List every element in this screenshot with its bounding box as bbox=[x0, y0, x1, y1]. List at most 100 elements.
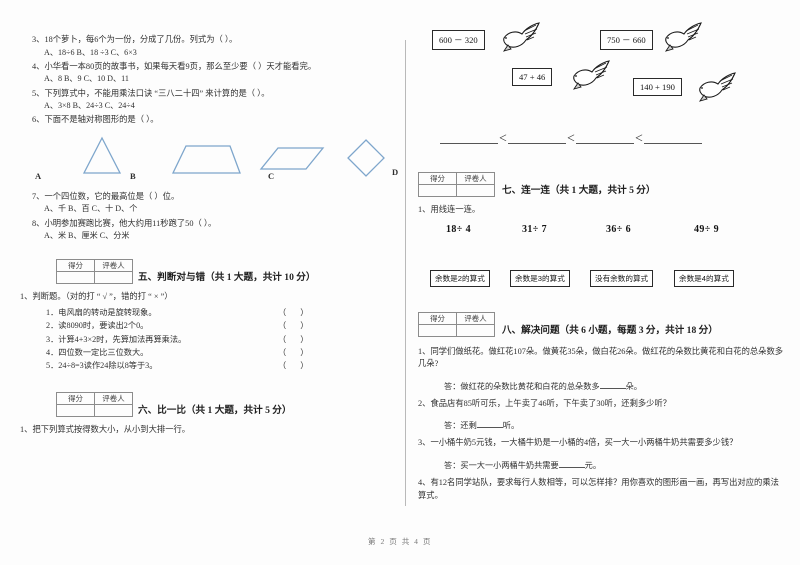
comparison-blank[interactable] bbox=[440, 134, 498, 144]
grader-input-cell[interactable] bbox=[456, 184, 495, 197]
question-3: 3、18个萝卜，每6个为一份，分成了几份。列式为（ ）。 bbox=[32, 35, 238, 44]
division-expression-3[interactable]: 36÷ 6 bbox=[606, 224, 631, 235]
grader-label: 评卷人 bbox=[456, 172, 495, 185]
page-footer: 第 2 页 共 4 页 bbox=[368, 537, 432, 546]
division-expression-4[interactable]: 49÷ 9 bbox=[694, 224, 719, 235]
less-than-symbol: ＜ bbox=[566, 133, 576, 143]
comparison-blank[interactable] bbox=[576, 134, 634, 144]
tf-item-text: 5．24÷8=3读作24除以8等于3。 bbox=[46, 361, 158, 371]
grader-input-cell[interactable] bbox=[456, 323, 495, 337]
tf-item-text: 3．计算4+3×2时，先算加法再算乘法。 bbox=[46, 334, 187, 344]
tf-answer-blank[interactable]: （ ） bbox=[278, 333, 314, 346]
division-expressions-row: 18÷ 4 31÷ 7 36÷ 6 49÷ 9 bbox=[418, 224, 786, 248]
tf-answer-blank[interactable]: （ ） bbox=[278, 359, 314, 372]
answer-blank[interactable] bbox=[476, 419, 503, 429]
remainder-tag-4[interactable]: 余数是4的算式 bbox=[674, 269, 734, 287]
tf-item: 5．24÷8=3读作24除以8等于3。 （ ） bbox=[46, 359, 396, 372]
answer-suffix: 听。 bbox=[502, 421, 520, 431]
problem-3: 3、一小桶牛奶5元钱，一大桶牛奶是一小桶的4倍，买一大一小两桶牛奶共需要多少钱？ bbox=[418, 438, 738, 448]
tf-item: 2．读8090时，要读出2个0。 （ ） bbox=[46, 319, 396, 332]
triangle-shape bbox=[82, 136, 122, 174]
tf-item-text: 2．读8090时，要读出2个0。 bbox=[46, 321, 149, 331]
tf-answer-blank[interactable]: （ ） bbox=[278, 306, 314, 319]
problem-1: 1、同学们做纸花。做红花107朵。做黄花35朵，做白花26朵。做红花的朵数比黄花… bbox=[418, 346, 784, 369]
section-six-prompt: 1、把下列算式按得数大小，从小到大排一行。 bbox=[20, 425, 191, 435]
flying-bird-icon bbox=[572, 60, 610, 90]
shape-label-d: D bbox=[392, 166, 399, 177]
question-8: 8、小明参加赛跑比赛，他大约用11秒跑了50（ ）。 bbox=[32, 218, 217, 228]
answer-prefix: 答：做红花的朵数比黄花和白花的总朵数多 bbox=[444, 381, 600, 391]
expression-box-1: 600 － 320 bbox=[432, 30, 485, 50]
flying-bird-icon bbox=[664, 22, 702, 52]
grader-input-cell[interactable] bbox=[94, 271, 133, 285]
section-seven-header: 得分 评卷人 七、连一连（共 1 大题，共计 5 分） bbox=[418, 172, 786, 198]
score-input-cell[interactable] bbox=[418, 323, 457, 337]
answer-blank[interactable] bbox=[558, 459, 585, 469]
section-seven-title: 七、连一连（共 1 大题，共计 5 分） bbox=[502, 185, 656, 196]
shapes-row: A B C D bbox=[18, 131, 399, 187]
tf-answer-blank[interactable]: （ ） bbox=[278, 346, 314, 359]
tf-item-text: 1．电风扇的转动是旋转现象。 bbox=[46, 307, 157, 317]
tf-item-text: 4．四位数一定比三位数大。 bbox=[46, 347, 149, 357]
section-eight-header: 得分 评卷人 八、解决问题（共 6 小题，每题 3 分，共计 18 分） bbox=[418, 311, 786, 338]
question-6: 6、下面不是轴对称图形的是（ ）。 bbox=[32, 115, 159, 125]
right-column: 600 － 320 47 + 46 750 － 660 140 + 190 ＜ … bbox=[418, 0, 786, 565]
problem-4: 4、有12名同学站队，要求每行人数相等，可以怎样排？用你喜欢的图形画一画，再写出… bbox=[418, 478, 779, 500]
diamond-shape bbox=[347, 138, 385, 177]
bird-expression-diagram: 600 － 320 47 + 46 750 － 660 140 + 190 bbox=[418, 12, 786, 130]
expression-box-3: 750 － 660 bbox=[600, 30, 653, 50]
score-table-seven: 得分 评卷人 bbox=[418, 172, 495, 197]
grader-label: 评卷人 bbox=[94, 259, 133, 273]
answer-suffix: 元。 bbox=[584, 461, 602, 471]
answer-suffix: 朵。 bbox=[625, 381, 642, 391]
division-expression-1[interactable]: 18÷ 4 bbox=[446, 224, 471, 235]
shape-label-b: B bbox=[130, 170, 136, 181]
score-label: 得分 bbox=[56, 259, 95, 273]
answer-blank[interactable] bbox=[599, 380, 626, 389]
problem-2-answer-line: 答：还剩 听。 bbox=[418, 419, 786, 431]
section-five-prompt: 1、判断题。（对的打 “ √ ”，错的打 “ × ”） bbox=[20, 292, 173, 302]
exam-page: 3、18个萝卜，每6个为一份，分成了几份。列式为（ ）。 A、18÷6 B、18… bbox=[0, 0, 800, 565]
question-4: 4、小华看一本80页的故事书，如果每天看9页，那么至少要（ ）天才能看完。 bbox=[32, 61, 317, 71]
section-six-title: 六、比一比（共 1 大题，共计 5 分） bbox=[138, 405, 292, 417]
score-label: 得分 bbox=[418, 172, 457, 185]
score-label: 得分 bbox=[418, 311, 457, 325]
score-table-eight: 得分 评卷人 bbox=[418, 311, 495, 337]
score-input-cell[interactable] bbox=[56, 404, 95, 418]
remainder-tag-2[interactable]: 余数是3的算式 bbox=[510, 269, 570, 287]
comparison-answer-line: ＜ ＜ ＜ bbox=[418, 132, 786, 154]
question-7: 7、一个四位数，它的最高位是（ ）位。 bbox=[32, 191, 180, 201]
left-column: 3、18个萝卜，每6个为一份，分成了几份。列式为（ ）。 A、18÷6 B、18… bbox=[18, 0, 399, 565]
shape-label-a: A bbox=[35, 170, 42, 181]
score-input-cell[interactable] bbox=[418, 184, 457, 197]
comparison-blank[interactable] bbox=[644, 134, 702, 144]
section-seven-prompt: 1、用线连一连。 bbox=[418, 205, 481, 214]
problem-1-answer-line: 答：做红花的朵数比黄花和白花的总朵数多 朵。 bbox=[418, 380, 786, 392]
problem-3-answer-line: 答：买一大一小两桶牛奶共需要 元。 bbox=[418, 459, 786, 471]
remainder-tag-3[interactable]: 没有余数的算式 bbox=[590, 269, 654, 287]
tf-item: 4．四位数一定比三位数大。 （ ） bbox=[46, 346, 396, 359]
tf-answer-blank[interactable]: （ ） bbox=[278, 319, 314, 332]
section-six-header: 得分 评卷人 六、比一比（共 1 大题，共计 5 分） bbox=[18, 392, 396, 418]
tf-item: 3．计算4+3×2时，先算加法再算乘法。 （ ） bbox=[46, 333, 396, 346]
grader-input-cell[interactable] bbox=[94, 404, 133, 418]
question-8-options: A、米 B、厘米 C、分米 bbox=[44, 231, 130, 241]
true-false-list: 1．电风扇的转动是旋转现象。 （ ） 2．读8090时，要读出2个0。 （ ） 3．… bbox=[18, 306, 396, 372]
question-5-options: A、3×8 B、24÷3 C、24÷4 bbox=[44, 101, 135, 111]
expression-box-2: 47 + 46 bbox=[512, 68, 553, 86]
score-input-cell[interactable] bbox=[56, 271, 95, 285]
flying-bird-icon bbox=[502, 22, 540, 52]
less-than-symbol: ＜ bbox=[498, 133, 508, 143]
score-label: 得分 bbox=[56, 392, 95, 406]
answer-prefix: 答：还剩 bbox=[444, 421, 477, 431]
comparison-blank[interactable] bbox=[508, 134, 566, 144]
problem-2: 2、食品店有85听可乐，上午卖了46听，下午卖了30听，还剩多少听？ bbox=[418, 398, 672, 408]
division-expression-2[interactable]: 31÷ 7 bbox=[522, 224, 547, 235]
score-table-five: 得分 评卷人 bbox=[56, 259, 133, 285]
remainder-tag-1[interactable]: 余数是2的算式 bbox=[430, 269, 490, 287]
grader-label: 评卷人 bbox=[456, 311, 495, 325]
trapezoid-shape bbox=[171, 145, 241, 174]
section-eight-title: 八、解决问题（共 6 小题，每题 3 分，共计 18 分） bbox=[502, 324, 718, 336]
grader-label: 评卷人 bbox=[94, 392, 133, 406]
expression-box-4: 140 + 190 bbox=[633, 78, 682, 96]
